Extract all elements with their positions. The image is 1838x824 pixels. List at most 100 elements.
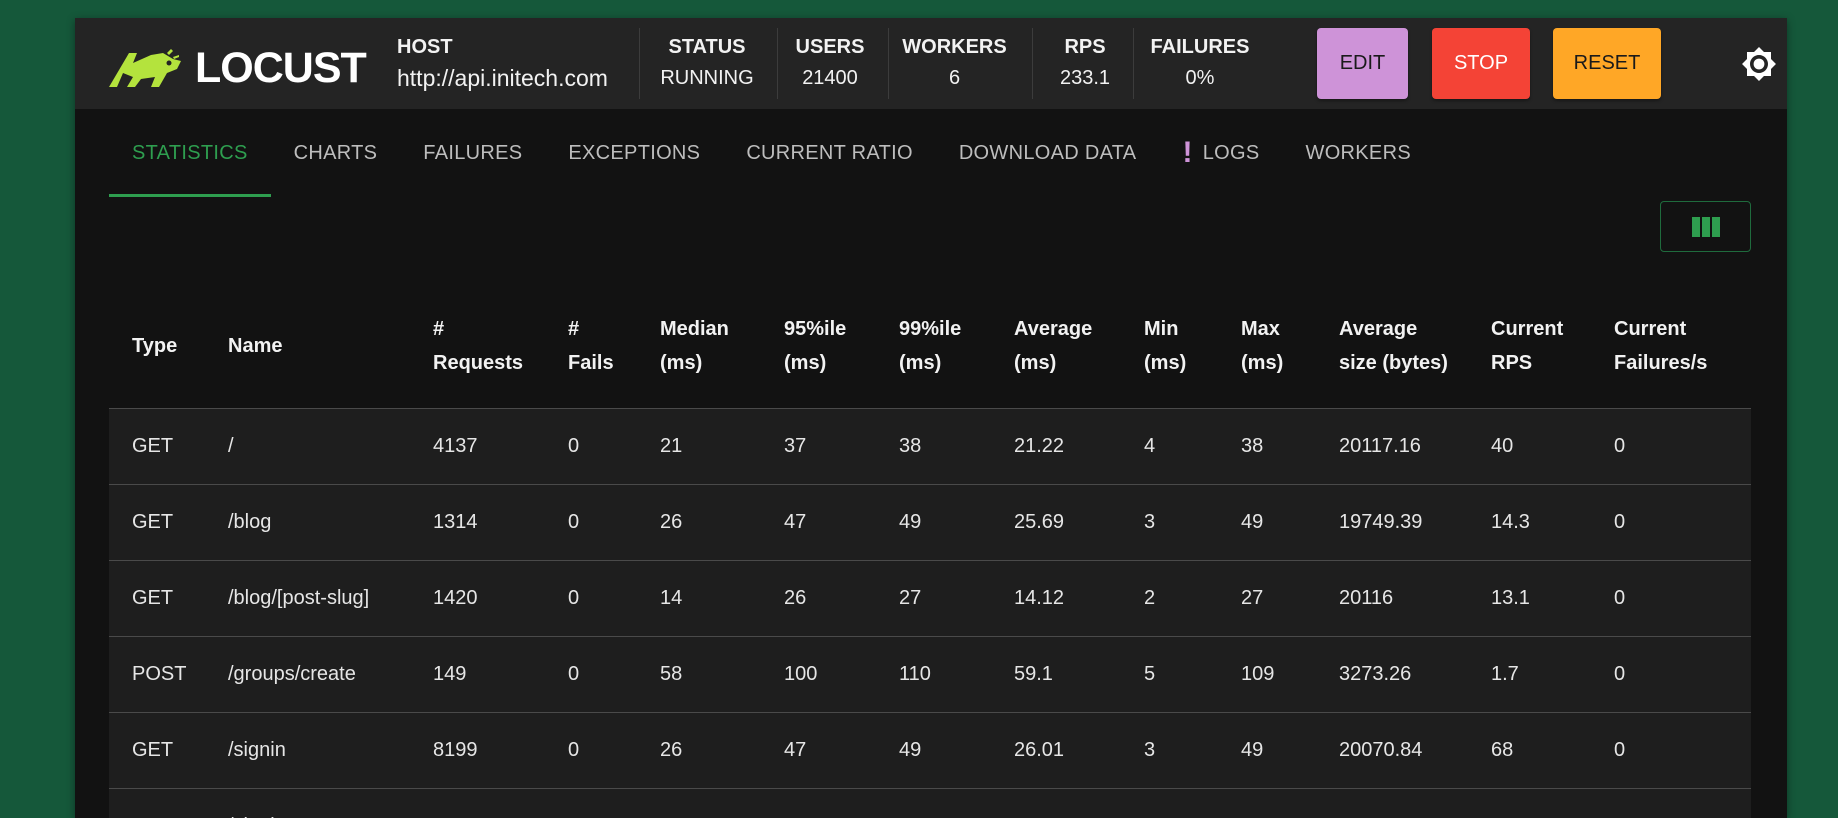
column-header-line: Name	[228, 335, 283, 357]
column-header[interactable]: Current RPS	[1491, 312, 1563, 380]
tab-label: STATISTICS	[132, 141, 248, 164]
table-cell: 1.7	[1491, 663, 1519, 685]
table-cell: 0	[1614, 739, 1626, 761]
table-cell: 49	[899, 739, 922, 761]
table-cell: 26	[660, 739, 683, 761]
table-cell: 20082.7	[1339, 789, 1411, 818]
table-cell: 1314	[433, 511, 478, 533]
table-cell: 3	[1144, 739, 1156, 761]
failures-label: FAILURES	[1150, 36, 1250, 58]
workers-value: 6	[948, 67, 961, 89]
table-cell: 27	[899, 587, 922, 609]
table-cell: /blog/[post-slug]	[228, 587, 370, 609]
divider	[1032, 28, 1033, 99]
tab-logs[interactable]: ! LOGS	[1159, 109, 1282, 197]
table-cell: /blog	[228, 511, 272, 533]
table-cell: 47	[784, 511, 807, 533]
divider	[888, 28, 889, 99]
column-selector-button[interactable]	[1660, 201, 1751, 252]
table-cell: 110	[899, 663, 931, 685]
table-row[interactable]: GET/signin 8199 0 26 47 49 26.01 3 49 20070.84 68 0	[109, 713, 1751, 789]
column-header[interactable]: Median (ms)	[660, 312, 729, 380]
table-cell: 14.12	[1014, 587, 1065, 609]
table-cell: 68	[1491, 789, 1513, 818]
column-header[interactable]: 95%ile (ms)	[784, 312, 846, 380]
tab-label: CURRENT RATIO	[746, 141, 913, 164]
table-row[interactable]: POST/signin 8199 0 83 120 120 82.56 45 120 20082.…	[109, 789, 1751, 818]
table-row[interactable]: POST/groups/create 149 0 58 100 110 59.1 5 109 32…	[109, 637, 1751, 713]
rps-value: 233.1	[1059, 67, 1111, 89]
locust-logo[interactable]: LOCUST	[107, 44, 367, 93]
column-header-line: (ms)	[899, 352, 942, 374]
table-cell: 1420	[433, 587, 478, 609]
host-value: http://api.initech.com	[397, 65, 608, 91]
table-cell: 120	[899, 789, 932, 818]
column-header[interactable]: Average (ms)	[1014, 312, 1092, 380]
table-header: Type Name # Requests # Fails Median (ms) 95%ile (…	[109, 286, 1751, 409]
failures-value: 0%	[1185, 67, 1215, 89]
tab-label: LOGS	[1202, 141, 1260, 164]
column-header-line: Average	[1014, 318, 1093, 340]
table-cell: 0	[1614, 511, 1626, 533]
column-header-line: 95%ile	[784, 318, 847, 340]
table-cell: 20116	[1339, 587, 1394, 609]
table-cell: 3	[1144, 511, 1156, 533]
table-cell: 149	[433, 663, 467, 685]
tab-failures[interactable]: FAILURES	[400, 109, 545, 197]
edit-button[interactable]: EDIT	[1317, 28, 1408, 99]
tab-label: EXCEPTIONS	[568, 141, 701, 164]
tab-download-data[interactable]: DOWNLOAD DATA	[936, 109, 1160, 197]
table-cell: GET	[132, 587, 174, 609]
column-header-line: Current	[1491, 318, 1564, 340]
column-header[interactable]: # Requests	[433, 312, 523, 380]
tab-exceptions[interactable]: EXCEPTIONS	[545, 109, 723, 197]
table-cell: 0	[1614, 587, 1626, 609]
column-header[interactable]: Max (ms)	[1241, 312, 1283, 380]
tab-workers[interactable]: WORKERS	[1283, 109, 1434, 197]
locust-app: LOCUST HOST http://api.initech.com STATU…	[75, 18, 1787, 818]
table-row[interactable]: GET/blog/[post-slug] 1420 0 14 26 27 14.12 2 27 2…	[109, 561, 1751, 637]
table-cell: 20117.16	[1339, 435, 1421, 457]
column-header[interactable]: Type	[132, 329, 177, 363]
tab-current-ratio[interactable]: CURRENT RATIO	[723, 109, 936, 197]
table-cell: 0	[568, 511, 580, 533]
brightness-icon[interactable]	[1741, 46, 1777, 82]
reset-button[interactable]: RESET	[1553, 28, 1661, 99]
table-cell: 40	[1491, 435, 1514, 457]
table-cell: 109	[1241, 663, 1275, 685]
table-cell: 0	[568, 663, 580, 685]
table-cell: 49	[1241, 739, 1264, 761]
table-cell: 58	[660, 663, 683, 685]
tab-charts[interactable]: CHARTS	[271, 109, 401, 197]
table-cell: 8199	[433, 789, 478, 818]
column-header-line: (ms)	[1014, 352, 1057, 374]
stop-button[interactable]: STOP	[1432, 28, 1530, 99]
column-header-line: Failures/s	[1614, 352, 1708, 374]
workers-label: WORKERS	[902, 36, 1007, 58]
table-cell: 38	[899, 435, 922, 457]
column-header[interactable]: # Fails	[568, 312, 614, 380]
table-body: GET/4137 0 21 37 38 21.22 4 38 20117.16 40 0 GET/bl…	[109, 409, 1751, 818]
table-cell: 4	[1144, 435, 1156, 457]
table-row[interactable]: GET / 4137 0 21 37 38 21.22 4 38 20117.16 40 0	[109, 409, 1751, 485]
tab-statistics[interactable]: STATISTICS	[109, 109, 271, 197]
table-cell: /signin	[228, 739, 286, 761]
column-header[interactable]: 99%ile (ms)	[899, 312, 961, 380]
column-header[interactable]: Min (ms)	[1144, 312, 1186, 380]
table-cell: GET	[132, 511, 174, 533]
table-cell: 26	[660, 511, 683, 533]
table-cell: 0	[1614, 663, 1626, 685]
table-cell: 59.1	[1014, 663, 1053, 685]
status-value: RUNNING	[660, 67, 754, 89]
table-cell: 100	[784, 663, 818, 685]
table-cell: 0	[568, 739, 580, 761]
column-header-line: (ms)	[1241, 352, 1284, 374]
table-cell: /groups/create	[228, 663, 356, 685]
column-header[interactable]: Average size (bytes)	[1339, 312, 1448, 380]
table-row[interactable]: GET/blog 1314 0 26 47 49 25.69 3 49 19749.39 14.3 0	[109, 485, 1751, 561]
column-header[interactable]: Name	[228, 329, 282, 363]
status-label: STATUS	[668, 36, 746, 58]
column-header[interactable]: Current Failures/s	[1614, 312, 1707, 380]
column-header-line: Max	[1241, 318, 1280, 340]
rps-label: RPS	[1064, 36, 1106, 58]
